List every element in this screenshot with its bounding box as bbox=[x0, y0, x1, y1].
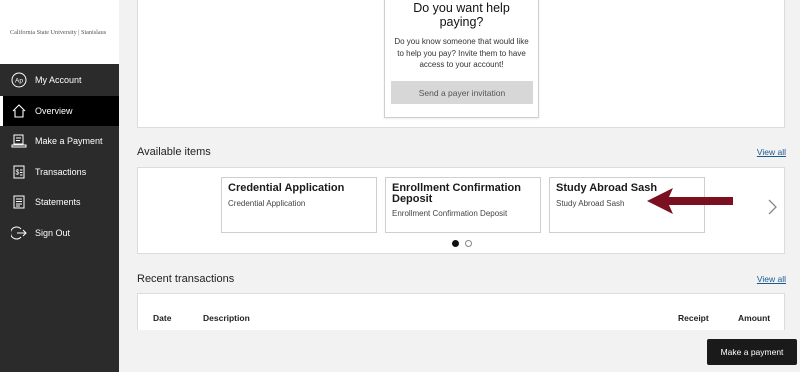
column-header-amount: Amount bbox=[738, 313, 771, 323]
university-logo: California State University | Stanislaus bbox=[0, 0, 119, 64]
sidebar-item-overview[interactable]: Overview bbox=[0, 95, 119, 126]
make-a-payment-button[interactable]: Make a payment bbox=[707, 339, 797, 365]
item-subtitle: Enrollment Confirmation Deposit bbox=[392, 209, 508, 218]
sidebar: California State University | Stanislaus… bbox=[0, 0, 119, 372]
item-title: Credential Application bbox=[228, 182, 345, 194]
arrow-pointer-icon bbox=[647, 188, 733, 214]
payment-icon bbox=[10, 132, 28, 150]
sidebar-item-label: My Account bbox=[35, 75, 82, 86]
home-icon bbox=[10, 102, 28, 120]
sign-out-icon bbox=[10, 224, 28, 242]
sidebar-nav: Ap My Account Overview Make a Payment $ … bbox=[0, 65, 119, 248]
sidebar-item-transactions[interactable]: $ Transactions bbox=[0, 157, 119, 188]
available-items-heading: Available items bbox=[137, 146, 211, 158]
column-header-receipt: Receipt bbox=[678, 313, 709, 323]
item-card-enrollment-confirmation-deposit[interactable]: Enrollment Confirmation Deposit Enrollme… bbox=[385, 177, 541, 233]
bottom-action-bar bbox=[119, 330, 800, 372]
sidebar-item-my-account[interactable]: Ap My Account bbox=[0, 65, 119, 96]
carousel-dot-2[interactable] bbox=[465, 240, 472, 247]
available-items-view-all-link[interactable]: View all bbox=[757, 147, 786, 157]
send-payer-invitation-button[interactable]: Send a payer invitation bbox=[391, 81, 533, 104]
transactions-icon: $ bbox=[10, 163, 28, 181]
user-circle-icon: Ap bbox=[10, 71, 28, 89]
statements-icon bbox=[10, 193, 28, 211]
item-card-credential-application[interactable]: Credential Application Credential Applic… bbox=[221, 177, 377, 233]
column-header-description: Description bbox=[203, 313, 250, 323]
item-title: Enrollment Confirmation Deposit bbox=[392, 182, 521, 205]
carousel-pagination bbox=[452, 240, 472, 247]
column-header-date: Date bbox=[153, 313, 172, 323]
logo-text: California State University | Stanislaus bbox=[10, 28, 107, 36]
payer-description: Do you know someone that would like to h… bbox=[394, 37, 529, 69]
payer-title: Do you want help paying? bbox=[413, 1, 510, 29]
main-content: Do you want help paying? Do you know som… bbox=[119, 0, 800, 372]
item-subtitle: Credential Application bbox=[228, 199, 306, 208]
sidebar-item-label: Overview bbox=[35, 105, 73, 116]
payer-invite-card: Do you want help paying? Do you know som… bbox=[384, 0, 539, 118]
sidebar-item-statements[interactable]: Statements bbox=[0, 187, 119, 218]
svg-text:Ap: Ap bbox=[15, 78, 23, 85]
sidebar-item-label: Make a Payment bbox=[35, 136, 103, 147]
sidebar-item-label: Statements bbox=[35, 197, 81, 208]
carousel-dot-1[interactable] bbox=[452, 240, 459, 247]
sidebar-item-label: Sign Out bbox=[35, 227, 71, 238]
svg-text:$: $ bbox=[16, 169, 20, 176]
chevron-right-icon[interactable] bbox=[766, 198, 778, 216]
sidebar-item-sign-out[interactable]: Sign Out bbox=[0, 218, 119, 249]
recent-transactions-view-all-link[interactable]: View all bbox=[757, 274, 786, 284]
sidebar-item-label: Transactions bbox=[35, 166, 87, 177]
recent-transactions-heading: Recent transactions bbox=[137, 273, 235, 285]
sidebar-item-make-a-payment[interactable]: Make a Payment bbox=[0, 126, 119, 157]
